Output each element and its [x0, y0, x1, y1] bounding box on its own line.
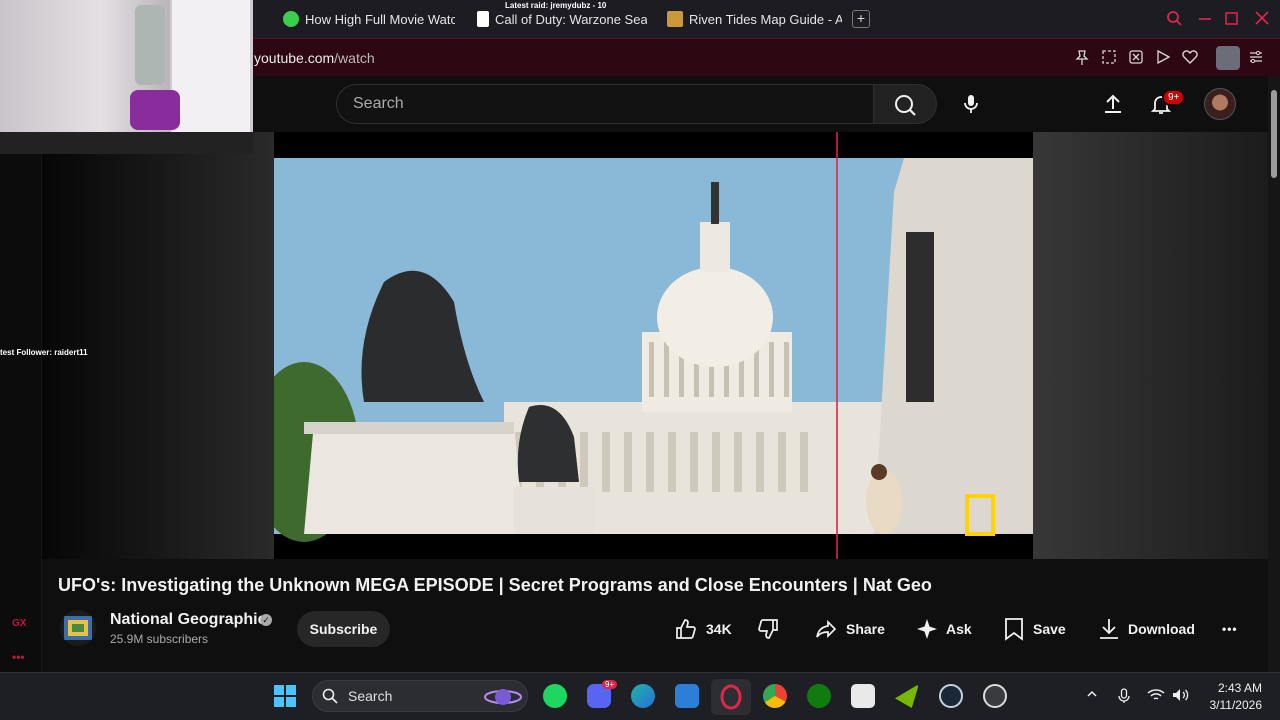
bookmark-icon: [1005, 618, 1023, 641]
search-icon: [322, 688, 338, 704]
like-count: 34K: [706, 621, 732, 637]
page-scrollbar[interactable]: [1268, 76, 1280, 672]
photos-icon[interactable]: [675, 684, 699, 708]
upload-icon[interactable]: [1101, 92, 1125, 116]
thumbs-up-icon: [676, 619, 696, 639]
tab-riven-tides[interactable]: Riven Tides Map Guide - A: [667, 8, 842, 30]
download-icon: [1100, 619, 1118, 639]
webcam-hanging-clothes: [135, 5, 165, 85]
url-domain: youtube.com: [254, 50, 335, 66]
tab-label: Call of Duty: Warzone Sea: [495, 11, 647, 27]
subscribe-button[interactable]: Subscribe: [297, 611, 390, 647]
adblock-icon[interactable]: [1128, 50, 1144, 66]
notification-badge: 9+: [1162, 89, 1186, 106]
dislike-button[interactable]: [756, 611, 780, 647]
site-logo-icon: [667, 11, 683, 27]
subscriber-count: 25.9M subscribers: [110, 632, 209, 646]
url-path: /watch: [334, 50, 375, 66]
account-avatar[interactable]: [1204, 88, 1236, 120]
settings-gear-icon[interactable]: [983, 684, 1007, 708]
share-button[interactable]: Share: [814, 611, 885, 647]
heart-icon[interactable]: [1182, 50, 1198, 66]
scrollbar-thumb[interactable]: [1271, 90, 1277, 178]
gx-corner-label[interactable]: GX: [12, 618, 26, 629]
chrome-icon[interactable]: [763, 684, 787, 708]
webcam-door: [170, 0, 250, 140]
thumbs-down-icon: [758, 619, 778, 639]
volume-icon[interactable]: [1172, 688, 1190, 705]
clock-time[interactable]: 2:43 AM: [1210, 681, 1262, 695]
clock-date[interactable]: 3/11/2026: [1200, 698, 1263, 712]
stream-follower-text: test Follower: raidert11: [0, 348, 88, 357]
easy-setup-icon[interactable]: [1248, 50, 1264, 66]
search-button[interactable]: [873, 84, 937, 124]
download-label: Download: [1128, 621, 1195, 637]
microphone-icon[interactable]: [959, 92, 983, 116]
search-input[interactable]: Search: [336, 84, 874, 124]
play-icon: [283, 11, 299, 27]
video-title: UFO's: Investigating the Unknown MEGA EP…: [58, 575, 932, 595]
stream-raid-text: Latest raid: jremydubz - 10: [505, 1, 607, 10]
save-button[interactable]: Save: [1003, 611, 1066, 647]
share-label: Share: [846, 621, 885, 637]
microsoft-store-icon[interactable]: [851, 684, 875, 708]
save-label: Save: [1033, 621, 1066, 637]
channel-name[interactable]: National Geographic: [110, 611, 266, 629]
microphone-tray-icon[interactable]: [1118, 688, 1130, 707]
like-button[interactable]: 34K: [674, 611, 732, 647]
show-hidden-icons-chevron-icon[interactable]: [1086, 688, 1098, 703]
ask-button[interactable]: Ask: [916, 611, 972, 647]
tab-how-high[interactable]: How High Full Movie Watc: [283, 8, 455, 30]
maximize-button[interactable]: [1225, 10, 1239, 31]
verified-icon: ✓: [260, 614, 272, 626]
webcam-purple-item: [130, 90, 180, 130]
taskbar-search-label: Search: [348, 688, 393, 704]
wifi-icon[interactable]: [1147, 688, 1165, 705]
planet-decoration-icon: [484, 689, 522, 705]
new-tab-button[interactable]: +: [852, 10, 870, 28]
tab-label: How High Full Movie Watc: [305, 11, 455, 27]
opera-gx-taskbar-button[interactable]: [711, 679, 751, 715]
youtube-header: Search 9+: [253, 76, 1268, 132]
share-icon: [816, 619, 837, 639]
spotify-icon[interactable]: [543, 684, 567, 708]
edge-icon[interactable]: [631, 684, 655, 708]
url-field[interactable]: youtube.com/watch: [254, 50, 375, 66]
windows-start-icon[interactable]: [273, 684, 297, 708]
ambient-glow-right: [1033, 132, 1268, 559]
webcam-overlay: [0, 0, 253, 154]
minimize-button[interactable]: [1198, 10, 1212, 31]
pin-icon[interactable]: [1074, 50, 1090, 66]
tab-label: Riven Tides Map Guide - A: [689, 11, 842, 27]
profile-avatar[interactable]: [1216, 46, 1240, 70]
steam-icon[interactable]: [939, 684, 963, 708]
search-tabs-icon[interactable]: [1166, 10, 1182, 31]
search-icon: [895, 95, 916, 116]
flow-icon[interactable]: [1155, 49, 1171, 66]
download-button[interactable]: Download: [1098, 611, 1195, 647]
opera-gx-icon: [720, 684, 742, 710]
webcam-floor: [0, 132, 253, 154]
tab-warzone[interactable]: Call of Duty: Warzone Sea: [477, 8, 647, 30]
taskbar-search-box[interactable]: [312, 680, 528, 712]
sidebar-more-icon[interactable]: •••: [12, 650, 25, 664]
sparkle-icon: [917, 619, 937, 639]
channel-avatar[interactable]: [60, 610, 96, 646]
video-frame-capitol: [274, 132, 1033, 559]
ambient-glow-left: [42, 132, 274, 559]
discord-badge: 9+: [602, 680, 618, 689]
video-player[interactable]: [274, 132, 1033, 559]
site-logo-icon: [477, 11, 489, 27]
browser-sidebar: [0, 154, 42, 672]
close-button[interactable]: [1255, 10, 1269, 31]
more-actions-button[interactable]: •••: [1222, 611, 1238, 647]
xbox-icon[interactable]: [807, 684, 831, 708]
snapshot-icon[interactable]: [1101, 50, 1117, 66]
ask-label: Ask: [946, 621, 972, 637]
